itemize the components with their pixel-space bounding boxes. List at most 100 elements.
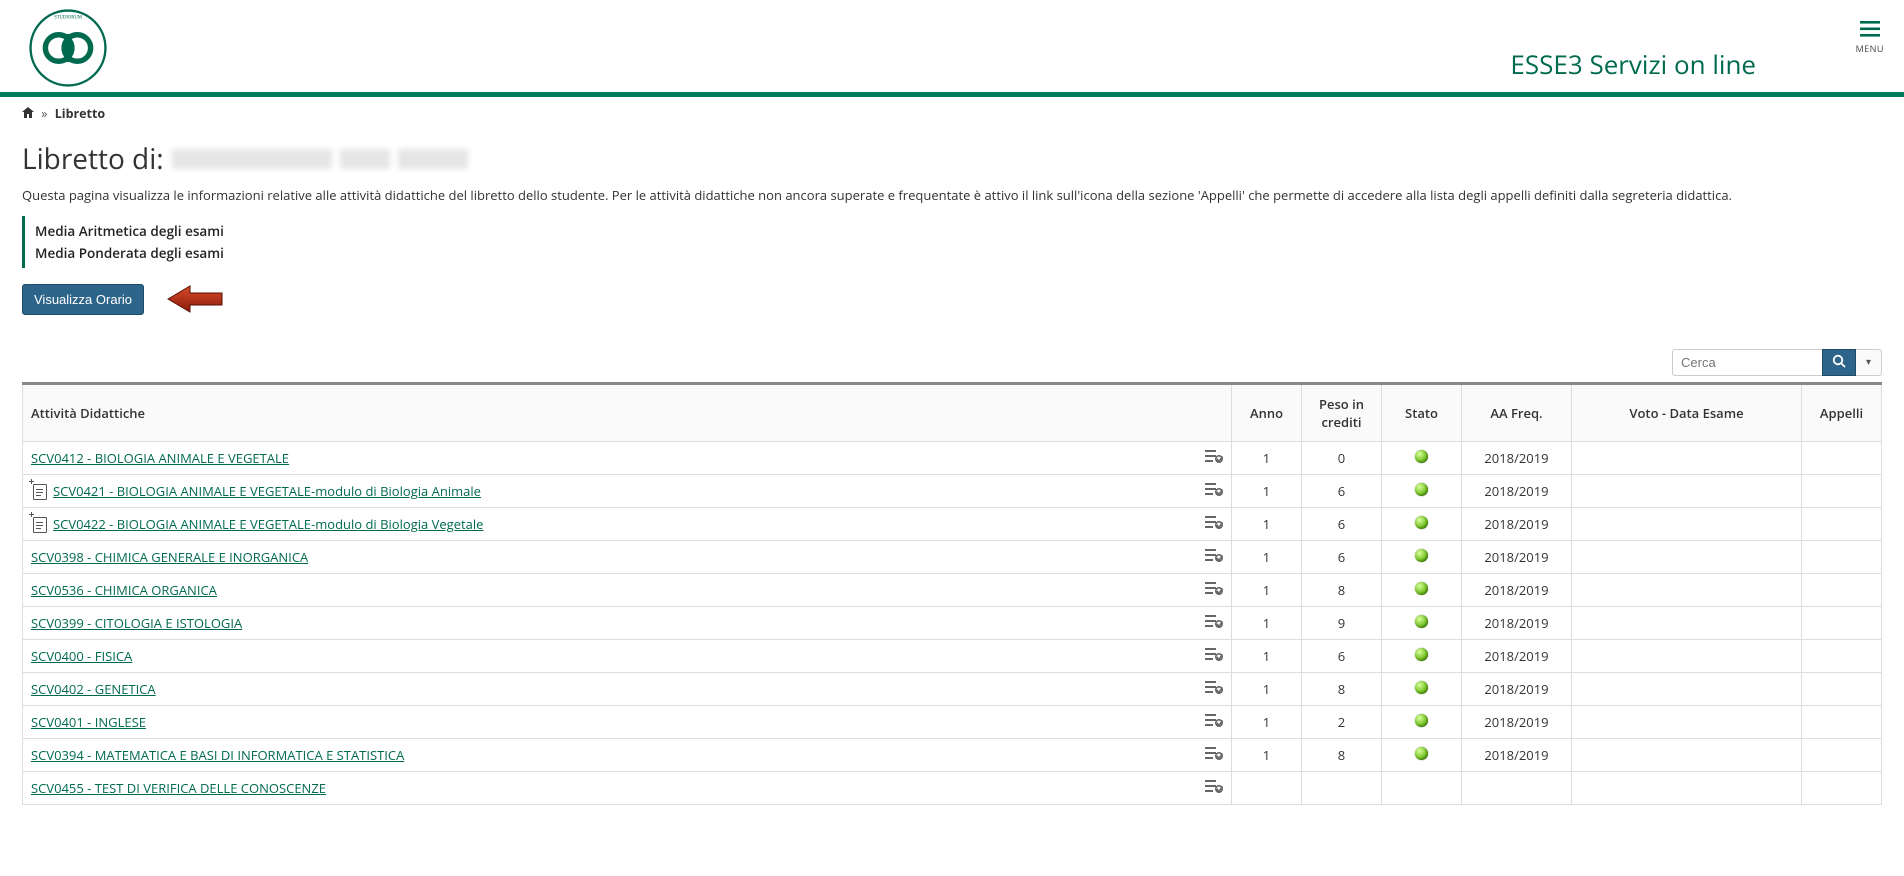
- course-link[interactable]: SCV0401 - INGLESE: [31, 713, 146, 731]
- row-detail-icon[interactable]: [1205, 449, 1223, 463]
- cell-attivita: SCV0402 - GENETICA: [23, 673, 1232, 706]
- libretto-table: Attività Didattiche Anno Peso in crediti…: [22, 382, 1882, 805]
- visualizza-orario-button[interactable]: Visualizza Orario: [22, 284, 144, 315]
- page-title-prefix: Libretto di:: [22, 140, 164, 178]
- status-dot-green-icon: [1415, 648, 1428, 661]
- course-link[interactable]: SCV0402 - GENETICA: [31, 680, 156, 698]
- cell-stato: [1382, 772, 1462, 805]
- row-detail-icon[interactable]: [1205, 548, 1223, 562]
- home-icon[interactable]: [22, 105, 37, 122]
- cell-voto: [1572, 508, 1802, 541]
- media-arithmetic: Media Aritmetica degli esami: [35, 220, 1882, 242]
- cell-aa-freq: 2018/2019: [1462, 640, 1572, 673]
- th-aa-freq: AA Freq.: [1462, 384, 1572, 442]
- search-dropdown-button[interactable]: ▾: [1856, 349, 1882, 376]
- cell-attivita: SCV0394 - MATEMATICA E BASI DI INFORMATI…: [23, 739, 1232, 772]
- th-peso: Peso in crediti: [1302, 384, 1382, 442]
- cell-attivita: SCV0412 - BIOLOGIA ANIMALE E VEGETALE: [23, 442, 1232, 475]
- svg-text:STUDIORUM: STUDIORUM: [54, 15, 82, 20]
- row-detail-icon[interactable]: [1205, 614, 1223, 628]
- cell-anno: 1: [1232, 607, 1302, 640]
- cell-attivita: SCV0421 - BIOLOGIA ANIMALE E VEGETALE-mo…: [23, 475, 1232, 508]
- table-row: SCV0400 - FISICA 16 2018/2019: [23, 640, 1882, 673]
- cell-anno: 1: [1232, 508, 1302, 541]
- cell-peso: 9: [1302, 607, 1382, 640]
- cell-aa-freq: 2018/2019: [1462, 541, 1572, 574]
- cell-stato: [1382, 475, 1462, 508]
- course-link[interactable]: SCV0399 - CITOLOGIA E ISTOLOGIA: [31, 614, 242, 632]
- media-summary: Media Aritmetica degli esami Media Ponde…: [22, 216, 1882, 268]
- cell-appelli: [1802, 541, 1882, 574]
- cell-stato: [1382, 739, 1462, 772]
- cell-peso: 6: [1302, 541, 1382, 574]
- table-row: SCV0399 - CITOLOGIA E ISTOLOGIA 192018/2…: [23, 607, 1882, 640]
- cell-stato: [1382, 706, 1462, 739]
- student-name-redacted: [340, 149, 390, 169]
- cell-attivita: SCV0398 - CHIMICA GENERALE E INORGANICA: [23, 541, 1232, 574]
- course-link[interactable]: SCV0422 - BIOLOGIA ANIMALE E VEGETALE-mo…: [53, 515, 483, 533]
- cell-aa-freq: 2018/2019: [1462, 574, 1572, 607]
- cell-peso: 6: [1302, 640, 1382, 673]
- cell-anno: 1: [1232, 640, 1302, 673]
- cell-peso: 8: [1302, 739, 1382, 772]
- course-link[interactable]: SCV0455 - TEST DI VERIFICA DELLE CONOSCE…: [31, 779, 326, 797]
- menu-label: MENU: [1856, 42, 1884, 55]
- search-input[interactable]: [1672, 349, 1822, 376]
- cell-attivita: SCV0400 - FISICA: [23, 640, 1232, 673]
- course-link[interactable]: SCV0394 - MATEMATICA E BASI DI INFORMATI…: [31, 746, 404, 764]
- th-anno: Anno: [1232, 384, 1302, 442]
- cell-stato: [1382, 574, 1462, 607]
- cell-peso: 6: [1302, 508, 1382, 541]
- cell-voto: [1572, 772, 1802, 805]
- cell-stato: [1382, 673, 1462, 706]
- cell-voto: [1572, 640, 1802, 673]
- status-dot-green-icon: [1415, 681, 1428, 694]
- course-link[interactable]: SCV0536 - CHIMICA ORGANICA: [31, 581, 217, 599]
- row-detail-icon[interactable]: [1205, 515, 1223, 529]
- cell-aa-freq: 2018/2019: [1462, 508, 1572, 541]
- row-detail-icon[interactable]: [1205, 779, 1223, 793]
- cell-voto: [1572, 442, 1802, 475]
- cell-aa-freq: 2018/2019: [1462, 739, 1572, 772]
- table-row: SCV0422 - BIOLOGIA ANIMALE E VEGETALE-mo…: [23, 508, 1882, 541]
- course-link[interactable]: SCV0412 - BIOLOGIA ANIMALE E VEGETALE: [31, 449, 289, 467]
- course-link[interactable]: SCV0421 - BIOLOGIA ANIMALE E VEGETALE-mo…: [53, 482, 481, 500]
- cell-appelli: [1802, 640, 1882, 673]
- course-link[interactable]: SCV0398 - CHIMICA GENERALE E INORGANICA: [31, 548, 308, 566]
- status-dot-green-icon: [1415, 450, 1428, 463]
- hamburger-icon: [1860, 18, 1880, 40]
- cell-peso: 0: [1302, 442, 1382, 475]
- th-attivita: Attività Didattiche: [23, 384, 1232, 442]
- media-weighted: Media Ponderata degli esami: [35, 242, 1882, 264]
- annotation-arrow-icon: [166, 284, 226, 319]
- table-row: SCV0402 - GENETICA 182018/2019: [23, 673, 1882, 706]
- row-detail-icon[interactable]: [1205, 482, 1223, 496]
- cell-voto: [1572, 706, 1802, 739]
- row-detail-icon[interactable]: [1205, 647, 1223, 661]
- cell-voto: [1572, 475, 1802, 508]
- cell-aa-freq: 2018/2019: [1462, 475, 1572, 508]
- course-link[interactable]: SCV0400 - FISICA: [31, 647, 132, 665]
- status-dot-green-icon: [1415, 615, 1428, 628]
- status-dot-green-icon: [1415, 549, 1428, 562]
- menu-button[interactable]: MENU: [1856, 18, 1884, 55]
- cell-aa-freq: 2018/2019: [1462, 442, 1572, 475]
- row-detail-icon[interactable]: [1205, 581, 1223, 595]
- row-detail-icon[interactable]: [1205, 746, 1223, 760]
- cell-stato: [1382, 640, 1462, 673]
- breadcrumb-current: Libretto: [55, 105, 105, 122]
- cell-anno: 1: [1232, 574, 1302, 607]
- table-row: SCV0455 - TEST DI VERIFICA DELLE CONOSCE…: [23, 772, 1882, 805]
- cell-anno: 1: [1232, 442, 1302, 475]
- cell-stato: [1382, 508, 1462, 541]
- cell-peso: 8: [1302, 673, 1382, 706]
- th-voto: Voto - Data Esame: [1572, 384, 1802, 442]
- search-button[interactable]: [1822, 349, 1856, 376]
- cell-voto: [1572, 574, 1802, 607]
- brand-title: ESSE3 Servizi on line: [1510, 46, 1756, 82]
- row-detail-icon[interactable]: [1205, 713, 1223, 727]
- cell-attivita: SCV0536 - CHIMICA ORGANICA: [23, 574, 1232, 607]
- row-detail-icon[interactable]: [1205, 680, 1223, 694]
- cell-stato: [1382, 541, 1462, 574]
- cell-anno: 1: [1232, 541, 1302, 574]
